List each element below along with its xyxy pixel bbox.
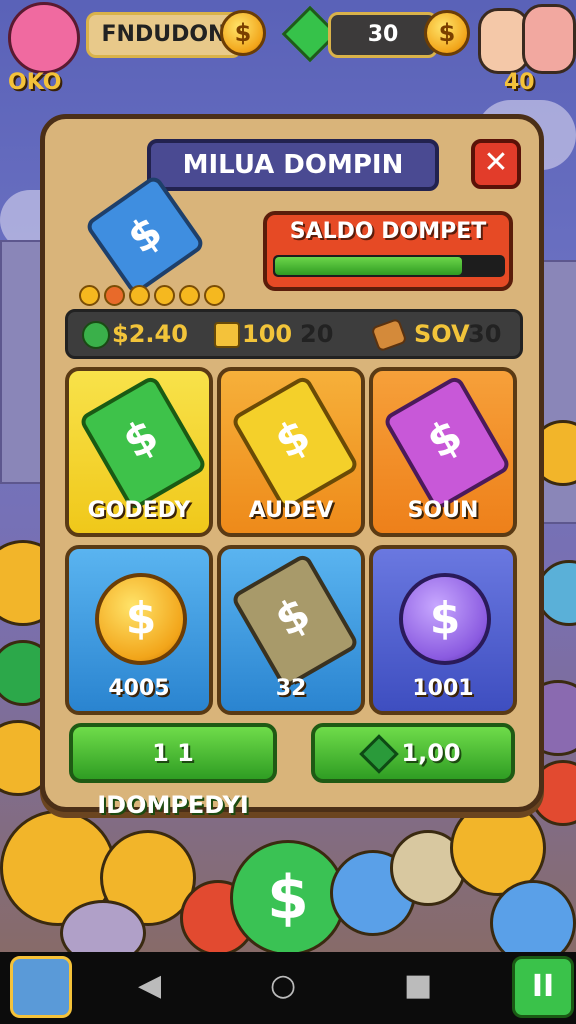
card-label: AUDEV <box>248 498 334 523</box>
stat-gold: 100 <box>242 320 293 348</box>
player-avatar[interactable] <box>8 2 80 74</box>
buy-price: 1,00 <box>401 739 461 767</box>
purple-dollar-wallet-icon: $ <box>381 374 513 512</box>
dompet-action-button[interactable]: 1 1 IDOMPEDYI <box>69 723 277 819</box>
home-icon[interactable]: ○ <box>270 968 296 1003</box>
level-dots <box>79 285 229 310</box>
sub-left-value: OKO <box>8 70 62 95</box>
level-dot <box>179 285 200 306</box>
card-label: GODEDY <box>87 498 191 523</box>
buy-button[interactable]: 1,00 <box>311 723 515 783</box>
card-audev[interactable]: $ AUDEV <box>217 367 365 537</box>
gold-coin-icon: $ <box>95 573 187 665</box>
gold-coin-icon: $ <box>424 10 470 56</box>
player-name: FNDUDON <box>86 12 242 58</box>
gem-count: 30 <box>328 12 438 58</box>
balance-bar <box>273 255 505 277</box>
card-32[interactable]: $ 32 <box>217 545 365 715</box>
big-green-coin: $ <box>230 840 346 956</box>
card-soun[interactable]: $ SOUN <box>369 367 517 537</box>
stats-bar: $2.40 100 20 SOV 30 <box>65 309 523 359</box>
recents-icon[interactable]: ■ <box>404 968 432 1003</box>
green-gem-icon <box>359 734 400 774</box>
purple-coin-icon: $ <box>399 573 491 665</box>
sub-right-value: 40 <box>504 70 535 95</box>
balance-box: SALDO DOMPET <box>263 211 513 291</box>
card-label: 4005 <box>108 676 170 701</box>
panel-title: MILUA DOMPIN <box>147 139 439 191</box>
stat-silver-extra: 30 <box>468 320 502 348</box>
hand-icon <box>370 317 408 353</box>
green-dollar-wallet-icon: $ <box>77 374 209 512</box>
level-dot <box>129 285 150 306</box>
brown-dollar-wallet-icon: $ <box>229 552 361 690</box>
stat-silver: SOV <box>414 320 470 348</box>
stat-cash: $2.40 <box>112 320 188 348</box>
stat-gold-extra: 20 <box>300 320 334 348</box>
balance-bar-fill <box>275 257 462 275</box>
card-1001[interactable]: $ 1001 <box>369 545 517 715</box>
level-dot <box>79 285 100 306</box>
card-godedy[interactable]: $ GODEDY <box>65 367 213 537</box>
profile-app-icon[interactable] <box>10 956 72 1018</box>
building-left <box>0 240 44 484</box>
card-label: SOUN <box>407 498 479 523</box>
pause-button[interactable]: II <box>512 956 574 1018</box>
level-dot <box>204 285 225 306</box>
close-icon: ✕ <box>483 145 509 180</box>
card-4005[interactable]: $ 4005 <box>65 545 213 715</box>
close-button[interactable]: ✕ <box>471 139 521 189</box>
balance-label: SALDO DOMPET <box>289 219 487 244</box>
level-dot <box>154 285 175 306</box>
card-label: 1001 <box>412 676 474 701</box>
wallet-icon: $ <box>83 173 207 297</box>
wallet-panel: MILUA DOMPIN ✕ $ SALDO DOMPET $2.40 100 … <box>40 114 544 819</box>
gold-bar-icon <box>214 322 240 348</box>
level-dot <box>104 285 125 306</box>
cash-icon <box>82 321 110 349</box>
card-label: 32 <box>275 676 307 701</box>
friend-avatar-icon[interactable] <box>522 4 576 74</box>
yellow-dollar-wallet-icon: $ <box>229 374 361 512</box>
system-nav-bar: ◀ ○ ■ II <box>0 952 576 1024</box>
gold-coin-icon: $ <box>220 10 266 56</box>
back-icon[interactable]: ◀ <box>138 968 161 1003</box>
